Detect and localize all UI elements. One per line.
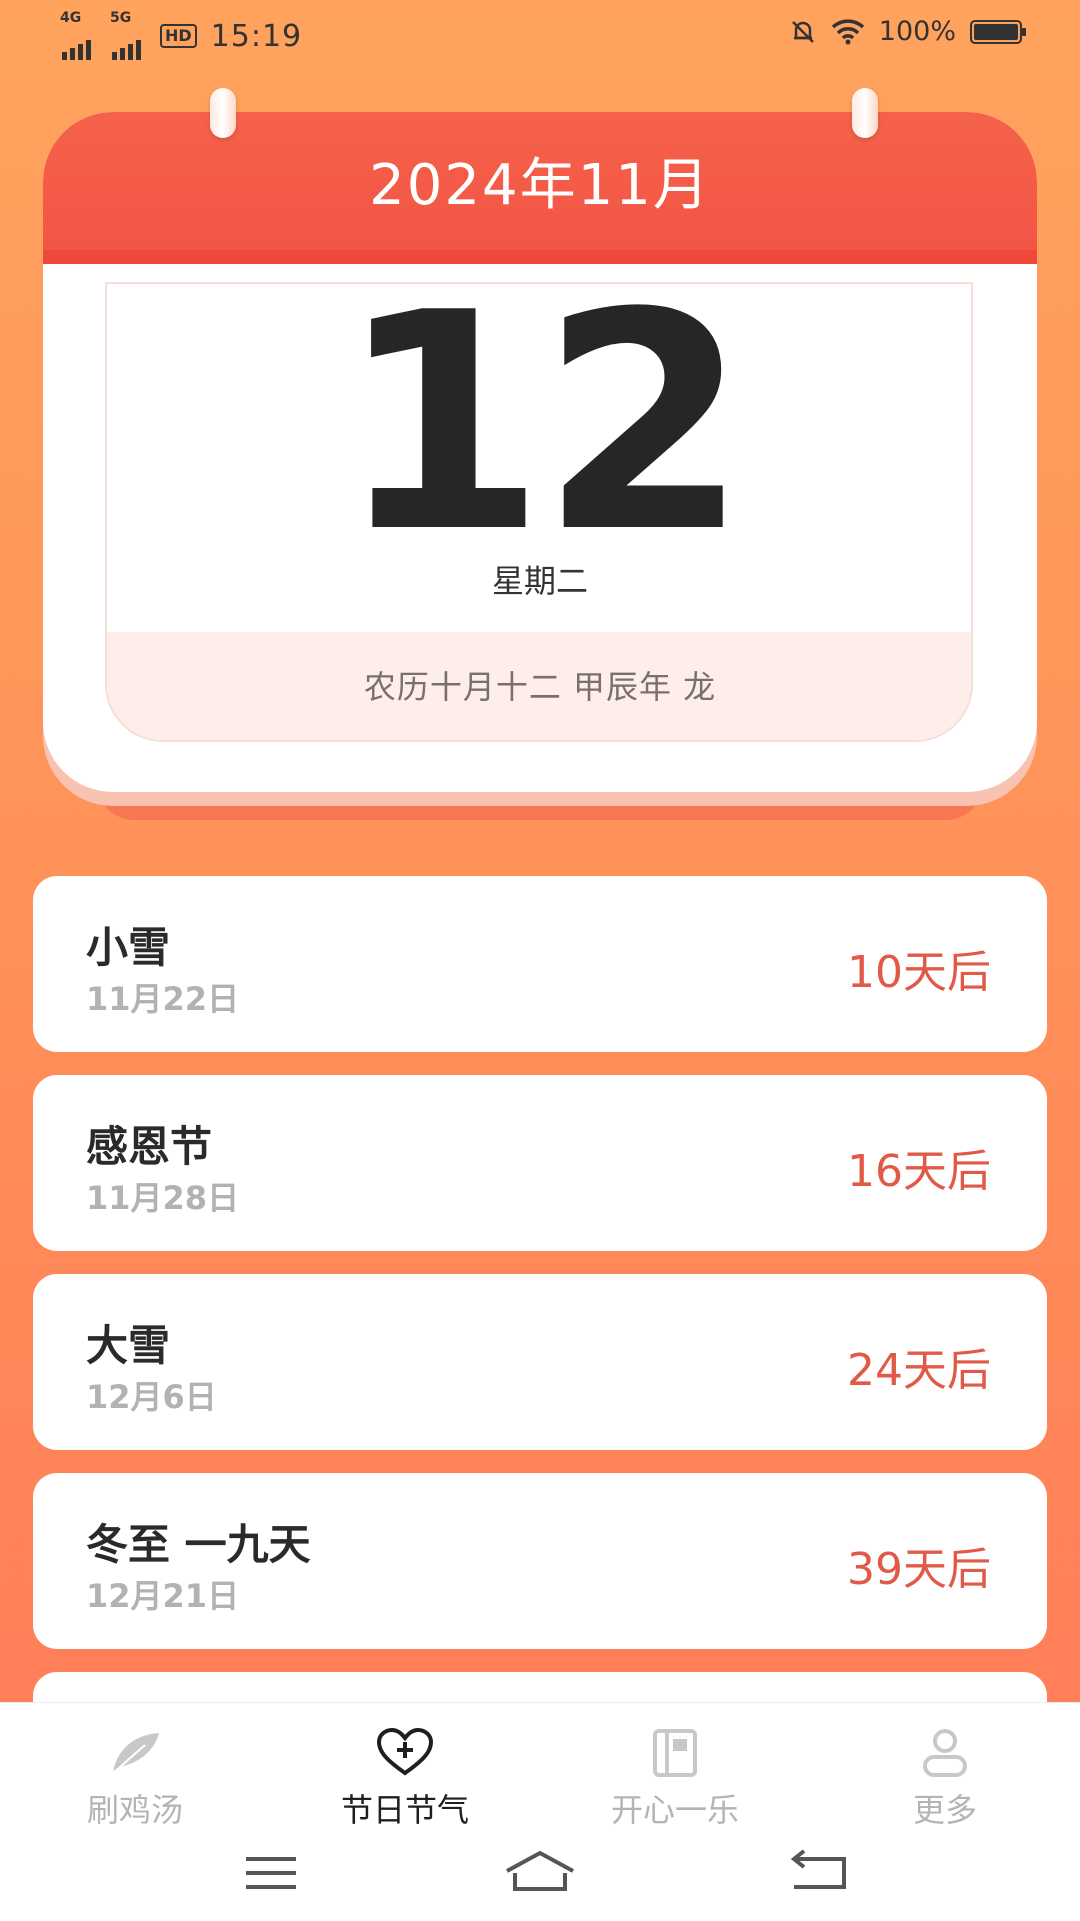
list-item[interactable]: 冬至 一九天 12月21日 39天后 [33,1473,1047,1649]
book-icon [653,1729,697,1777]
event-countdown: 39天后 [847,1544,991,1595]
day-number: 12 [337,249,748,598]
calendar-card: 2024年11月 12 星期二 农历十月十二 甲辰年 龙 [43,112,1037,792]
wifi-icon [831,18,864,44]
clock: 15:19 [210,18,303,54]
event-countdown: 10天后 [847,947,991,998]
back-icon[interactable] [780,1843,870,1903]
event-name: 小雪 [86,923,171,972]
event-date: 11月28日 [86,1179,240,1217]
tab-label: 节日节气 [340,1791,469,1829]
event-countdown: 16天后 [847,1146,991,1197]
calendar-ring-left [210,88,236,138]
hd-badge: HD [160,24,197,48]
tab-feed[interactable]: 刷鸡汤 [35,1727,235,1831]
home-icon[interactable] [495,1843,585,1903]
event-date: 12月21日 [86,1577,240,1615]
system-nav-bar [0,1843,1080,1913]
calendar-month-title: 2024年11月 [369,153,711,218]
network-label: 4G [60,10,82,26]
tab-label: 开心一乐 [610,1791,739,1829]
calendar-ring-right [852,88,878,138]
event-name: 大雪 [86,1321,171,1370]
status-right: 100% [789,16,1026,47]
menu-icon[interactable] [226,1843,316,1903]
tab-jokes[interactable]: 开心一乐 [575,1727,775,1831]
event-countdown: 24天后 [847,1345,991,1396]
weekday-label: 星期二 [491,562,588,600]
list-item[interactable]: 感恩节 11月28日 16天后 [33,1075,1047,1251]
signal-icon: 5G [110,10,152,60]
tab-label: 刷鸡汤 [86,1791,183,1829]
tab-label: 更多 [912,1791,977,1829]
event-name: 感恩节 [86,1122,213,1171]
feather-icon [110,1733,159,1776]
calendar-header: 2024年11月 [43,112,1037,264]
lunar-date: 农历十月十二 甲辰年 龙 [363,668,717,706]
event-name: 冬至 一九天 [86,1520,311,1569]
user-icon [923,1729,967,1777]
status-bar: 4G 5G HD 15:19 100% [0,0,1080,68]
list-item[interactable]: 大雪 12月6日 24天后 [33,1274,1047,1450]
tab-bar: 刷鸡汤 节日节气 开心一乐 更多 [0,1702,1080,1921]
mute-bell-icon [791,20,814,43]
network-label: 5G [110,10,132,26]
list-item[interactable]: 小雪 11月22日 10天后 [33,876,1047,1052]
battery-percent: 100% [878,16,956,47]
status-left: 4G 5G HD 15:19 [60,10,303,60]
event-date: 12月6日 [86,1378,217,1416]
battery-icon [970,19,1026,44]
tab-holidays[interactable]: 节日节气 [305,1727,505,1831]
heart-plus-icon [376,1727,434,1776]
event-date: 11月22日 [86,980,240,1018]
signal-icon: 4G [60,10,102,60]
tab-more[interactable]: 更多 [845,1727,1045,1831]
